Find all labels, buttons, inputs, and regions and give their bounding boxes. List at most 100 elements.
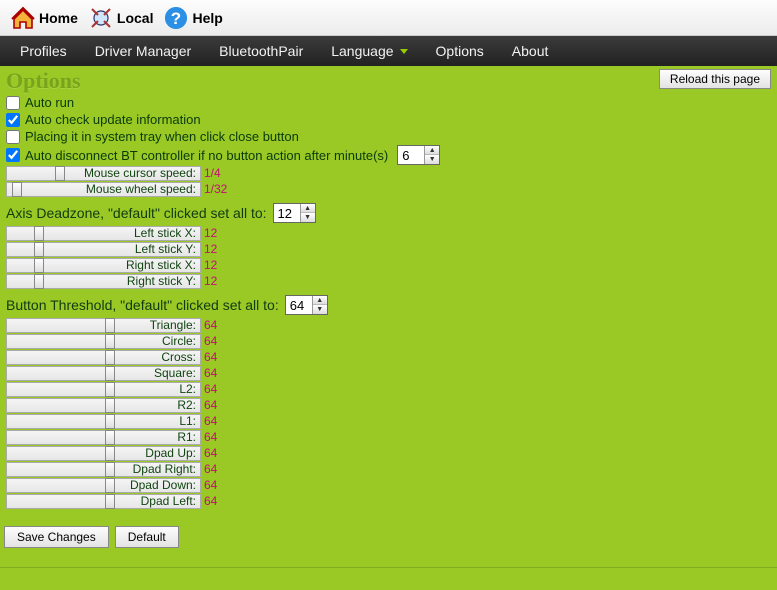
threshold-11-value: 64 [204, 494, 217, 508]
threshold-3-slider[interactable]: Square: [6, 366, 201, 381]
default-button[interactable]: Default [115, 526, 179, 548]
stepper-down-icon[interactable]: ▼ [301, 213, 315, 222]
disconnect-minutes-input[interactable] [402, 148, 424, 163]
axis-3-value: 12 [204, 274, 217, 288]
mouse-wheel-slider-thumb[interactable] [12, 182, 22, 197]
threshold-6-value: 64 [204, 414, 217, 428]
auto-update-checkbox[interactable] [6, 113, 20, 127]
threshold-1-value: 64 [204, 334, 217, 348]
auto-disconnect-checkbox[interactable] [6, 148, 20, 162]
threshold-8-slider-thumb[interactable] [105, 446, 115, 461]
threshold-5-slider-thumb[interactable] [105, 398, 115, 413]
mouse-wheel-label: Mouse wheel speed: [86, 182, 196, 196]
help-label: Help [192, 10, 222, 26]
mouse-wheel-slider[interactable]: Mouse wheel speed: [6, 182, 201, 197]
sys-tray-checkbox[interactable] [6, 130, 20, 144]
threshold-0-slider-thumb[interactable] [105, 318, 115, 333]
threshold-all-stepper[interactable]: ▲▼ [285, 295, 328, 315]
threshold-3-slider-thumb[interactable] [105, 366, 115, 381]
threshold-0-label: Triangle: [150, 318, 196, 332]
mouse-wheel-value: 1/32 [204, 182, 227, 196]
reload-button[interactable]: Reload this page [659, 69, 771, 89]
axis-2-slider[interactable]: Right stick X: [6, 258, 201, 273]
menu-options[interactable]: Options [422, 37, 498, 65]
threshold-10-slider-thumb[interactable] [105, 478, 115, 493]
stepper-up-icon[interactable]: ▲ [313, 296, 327, 305]
threshold-7-slider[interactable]: R1: [6, 430, 201, 445]
threshold-4-slider[interactable]: L2: [6, 382, 201, 397]
auto-run-checkbox[interactable] [6, 96, 20, 110]
axis-3-label: Right stick Y: [127, 274, 196, 288]
threshold-7-value: 64 [204, 430, 217, 444]
threshold-0-slider[interactable]: Triangle: [6, 318, 201, 333]
axis-1-value: 12 [204, 242, 217, 256]
home-label: Home [39, 10, 78, 26]
local-label: Local [117, 10, 154, 26]
threshold-all-input[interactable] [290, 298, 312, 313]
footer-divider [0, 567, 777, 568]
axis-0-value: 12 [204, 226, 217, 240]
threshold-2-value: 64 [204, 350, 217, 364]
threshold-4-label: L2: [179, 382, 196, 396]
threshold-11-slider-thumb[interactable] [105, 494, 115, 509]
disconnect-minutes-stepper[interactable]: ▲▼ [397, 145, 440, 165]
threshold-0-value: 64 [204, 318, 217, 332]
axis-all-stepper[interactable]: ▲▼ [273, 203, 316, 223]
axis-1-label: Left stick Y: [135, 242, 196, 256]
axis-3-slider-thumb[interactable] [34, 274, 44, 289]
local-icon [88, 5, 114, 31]
threshold-2-slider-thumb[interactable] [105, 350, 115, 365]
home-icon [10, 5, 36, 31]
help-link[interactable]: ? Help [159, 3, 226, 33]
axis-0-label: Left stick X: [134, 226, 196, 240]
threshold-2-label: Cross: [161, 350, 196, 364]
threshold-10-slider[interactable]: Dpad Down: [6, 478, 201, 493]
threshold-9-slider-thumb[interactable] [105, 462, 115, 477]
stepper-up-icon[interactable]: ▲ [301, 204, 315, 213]
stepper-down-icon[interactable]: ▼ [313, 305, 327, 314]
menu-bluetooth-pair[interactable]: BluetoothPair [205, 37, 317, 65]
local-link[interactable]: Local [84, 3, 158, 33]
save-button[interactable]: Save Changes [4, 526, 109, 548]
threshold-1-slider-thumb[interactable] [105, 334, 115, 349]
threshold-heading-text: Button Threshold, "default" clicked set … [6, 297, 279, 313]
threshold-7-slider-thumb[interactable] [105, 430, 115, 445]
axis-1-slider-thumb[interactable] [34, 242, 44, 257]
svg-text:?: ? [171, 9, 181, 28]
stepper-up-icon[interactable]: ▲ [425, 146, 439, 155]
footer-buttons: Save Changes Default [4, 526, 179, 548]
home-link[interactable]: Home [6, 3, 82, 33]
threshold-5-slider[interactable]: R2: [6, 398, 201, 413]
menu-language[interactable]: Language [317, 37, 421, 65]
threshold-heading: Button Threshold, "default" clicked set … [6, 289, 771, 317]
menu-driver-manager[interactable]: Driver Manager [81, 37, 205, 65]
auto-run-label: Auto run [25, 94, 74, 111]
axis-all-input[interactable] [278, 206, 300, 221]
axis-1-slider[interactable]: Left stick Y: [6, 242, 201, 257]
threshold-6-label: L1: [179, 414, 196, 428]
axis-0-slider[interactable]: Left stick X: [6, 226, 201, 241]
threshold-11-slider[interactable]: Dpad Left: [6, 494, 201, 509]
axis-2-value: 12 [204, 258, 217, 272]
axis-3-slider[interactable]: Right stick Y: [6, 274, 201, 289]
stepper-down-icon[interactable]: ▼ [425, 155, 439, 164]
menu-about[interactable]: About [498, 37, 563, 65]
threshold-8-slider[interactable]: Dpad Up: [6, 446, 201, 461]
menubar: Profiles Driver Manager BluetoothPair La… [0, 36, 777, 66]
threshold-2-slider[interactable]: Cross: [6, 350, 201, 365]
threshold-4-slider-thumb[interactable] [105, 382, 115, 397]
axis-0-slider-thumb[interactable] [34, 226, 44, 241]
threshold-6-slider[interactable]: L1: [6, 414, 201, 429]
axis-2-slider-thumb[interactable] [34, 258, 44, 273]
mouse-cursor-slider-thumb[interactable] [55, 166, 65, 181]
auto-disconnect-label: Auto disconnect BT controller if no butt… [25, 147, 388, 164]
menu-profiles[interactable]: Profiles [6, 37, 81, 65]
threshold-9-slider[interactable]: Dpad Right: [6, 462, 201, 477]
threshold-1-slider[interactable]: Circle: [6, 334, 201, 349]
mouse-cursor-slider[interactable]: Mouse cursor speed: [6, 166, 201, 181]
sys-tray-label: Placing it in system tray when click clo… [25, 128, 299, 145]
mouse-cursor-label: Mouse cursor speed: [84, 166, 196, 180]
threshold-8-label: Dpad Up: [145, 446, 196, 460]
threshold-6-slider-thumb[interactable] [105, 414, 115, 429]
threshold-11-label: Dpad Left: [141, 494, 196, 508]
